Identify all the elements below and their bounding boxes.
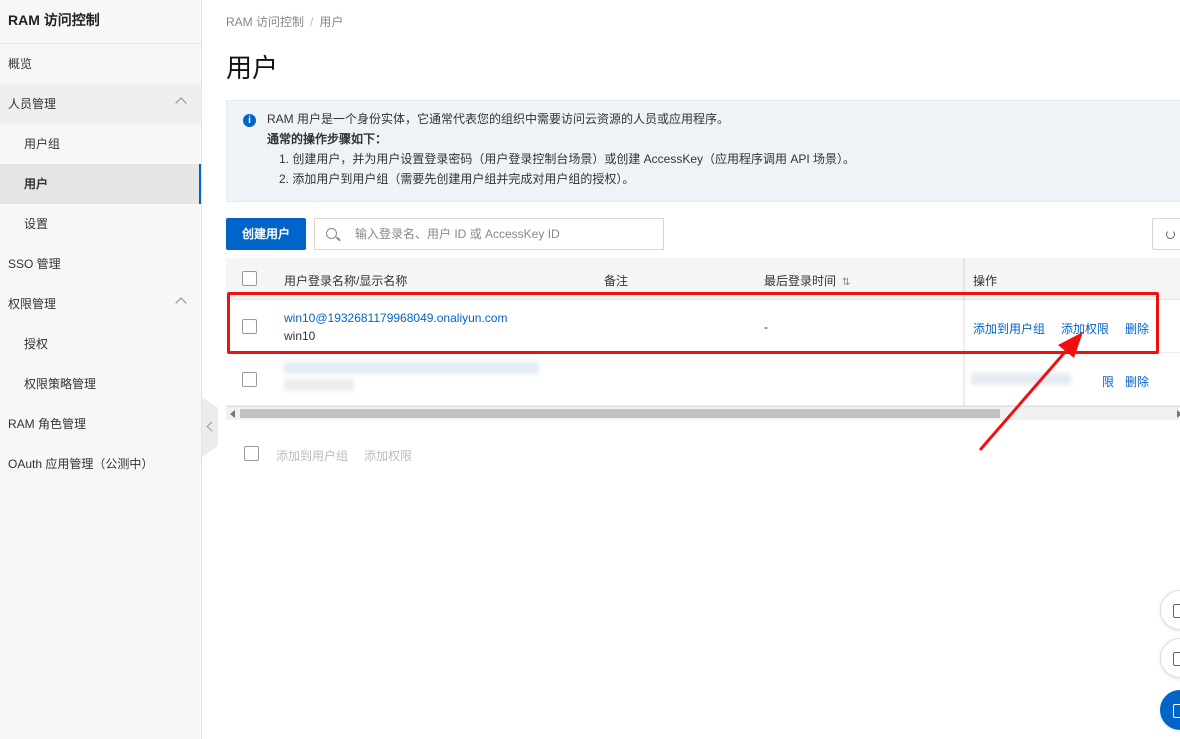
- float-doc-button[interactable]: [1160, 590, 1180, 630]
- sidebar-item-label: 权限管理: [8, 297, 57, 311]
- delete-link[interactable]: 删除: [1125, 373, 1149, 390]
- breadcrumb-root[interactable]: RAM 访问控制: [226, 15, 304, 29]
- refresh-button[interactable]: [1152, 218, 1180, 250]
- page-title: 用户: [226, 53, 279, 83]
- row-checkbox[interactable]: [242, 372, 257, 387]
- sidebar-group-people[interactable]: 人员管理: [0, 84, 201, 124]
- search-input[interactable]: [355, 219, 655, 249]
- sidebar-item-settings[interactable]: 设置: [0, 204, 201, 244]
- info-banner: i RAM 用户是一个身份实体，它通常代表您的组织中需要访问云资源的人员或应用程…: [226, 100, 1180, 202]
- batch-add-to-group-button[interactable]: 添加到用户组: [276, 447, 348, 464]
- sidebar: RAM 访问控制 概览 人员管理 用户组 用户 设置 SSO 管理 权限管理 授…: [0, 0, 202, 739]
- float-feedback-button[interactable]: [1160, 638, 1180, 678]
- grid-icon: [1173, 704, 1180, 718]
- sidebar-group-permissions[interactable]: 权限管理: [0, 284, 201, 324]
- sidebar-item-oauth[interactable]: OAuth 应用管理（公测中）: [0, 444, 201, 484]
- breadcrumb-current: 用户: [319, 15, 344, 29]
- redacted-display: [284, 379, 354, 391]
- redacted-login: [284, 362, 539, 374]
- sidebar-item-ram-roles[interactable]: RAM 角色管理: [0, 404, 201, 444]
- scroll-left-icon[interactable]: [230, 410, 235, 418]
- add-permission-link[interactable]: 限: [1102, 373, 1114, 390]
- redacted-op: [971, 373, 1071, 385]
- sidebar-item-policies[interactable]: 权限策略管理: [0, 364, 201, 404]
- sidebar-item-grants[interactable]: 授权: [0, 324, 201, 364]
- highlight-box: [227, 292, 1159, 354]
- column-header-note: 备注: [604, 274, 629, 288]
- select-all-checkbox[interactable]: [242, 271, 257, 286]
- sidebar-item-label: 人员管理: [8, 97, 57, 111]
- info-step-2: 2. 添加用户到用户组（需要先创建用户组并完成对用户组的授权）。: [279, 172, 635, 186]
- breadcrumb-separator: /: [310, 15, 314, 29]
- create-user-button[interactable]: 创建用户: [226, 218, 306, 250]
- refresh-icon: [1166, 230, 1175, 239]
- sidebar-item-user-groups[interactable]: 用户组: [0, 124, 201, 164]
- chevron-up-icon: [175, 97, 187, 109]
- search-icon: [326, 228, 337, 239]
- scrollbar-thumb[interactable]: [240, 409, 1000, 418]
- feedback-icon: [1173, 652, 1180, 666]
- sidebar-item-sso[interactable]: SSO 管理: [0, 244, 201, 284]
- column-header-label: 最后登录时间: [764, 274, 837, 288]
- sidebar-title: RAM 访问控制: [0, 0, 201, 44]
- main-content: RAM 访问控制 / 用户 用户 i RAM 用户是一个身份实体，它通常代表您的组织…: [202, 0, 1180, 739]
- column-header-ops: 操作: [973, 274, 998, 288]
- sidebar-item-overview[interactable]: 概览: [0, 44, 201, 84]
- column-header-last-login[interactable]: 最后登录时间 ⇅: [764, 272, 850, 289]
- breadcrumb: RAM 访问控制 / 用户: [226, 13, 343, 30]
- chevron-up-icon: [175, 297, 187, 309]
- float-grid-button[interactable]: [1160, 690, 1180, 730]
- batch-select-checkbox[interactable]: [244, 446, 259, 461]
- info-icon: i: [243, 114, 256, 127]
- column-header-name: 用户登录名称/显示名称: [284, 274, 408, 288]
- horizontal-scrollbar[interactable]: [226, 406, 1180, 420]
- sort-icon[interactable]: ⇅: [842, 277, 850, 288]
- info-step-1: 1. 创建用户，并为用户设置登录密码（用户登录控制台场景）或创建 AccessK…: [279, 152, 856, 166]
- batch-add-permission-button[interactable]: 添加权限: [364, 447, 412, 464]
- sidebar-item-users[interactable]: 用户: [0, 164, 201, 204]
- info-text: RAM 用户是一个身份实体，它通常代表您的组织中需要访问云资源的人员或应用程序。: [267, 112, 730, 126]
- table-row: 限 删除: [226, 353, 1180, 406]
- document-icon: [1173, 604, 1180, 618]
- info-steps-title: 通常的操作步骤如下：: [267, 132, 388, 146]
- search-box: [314, 218, 664, 250]
